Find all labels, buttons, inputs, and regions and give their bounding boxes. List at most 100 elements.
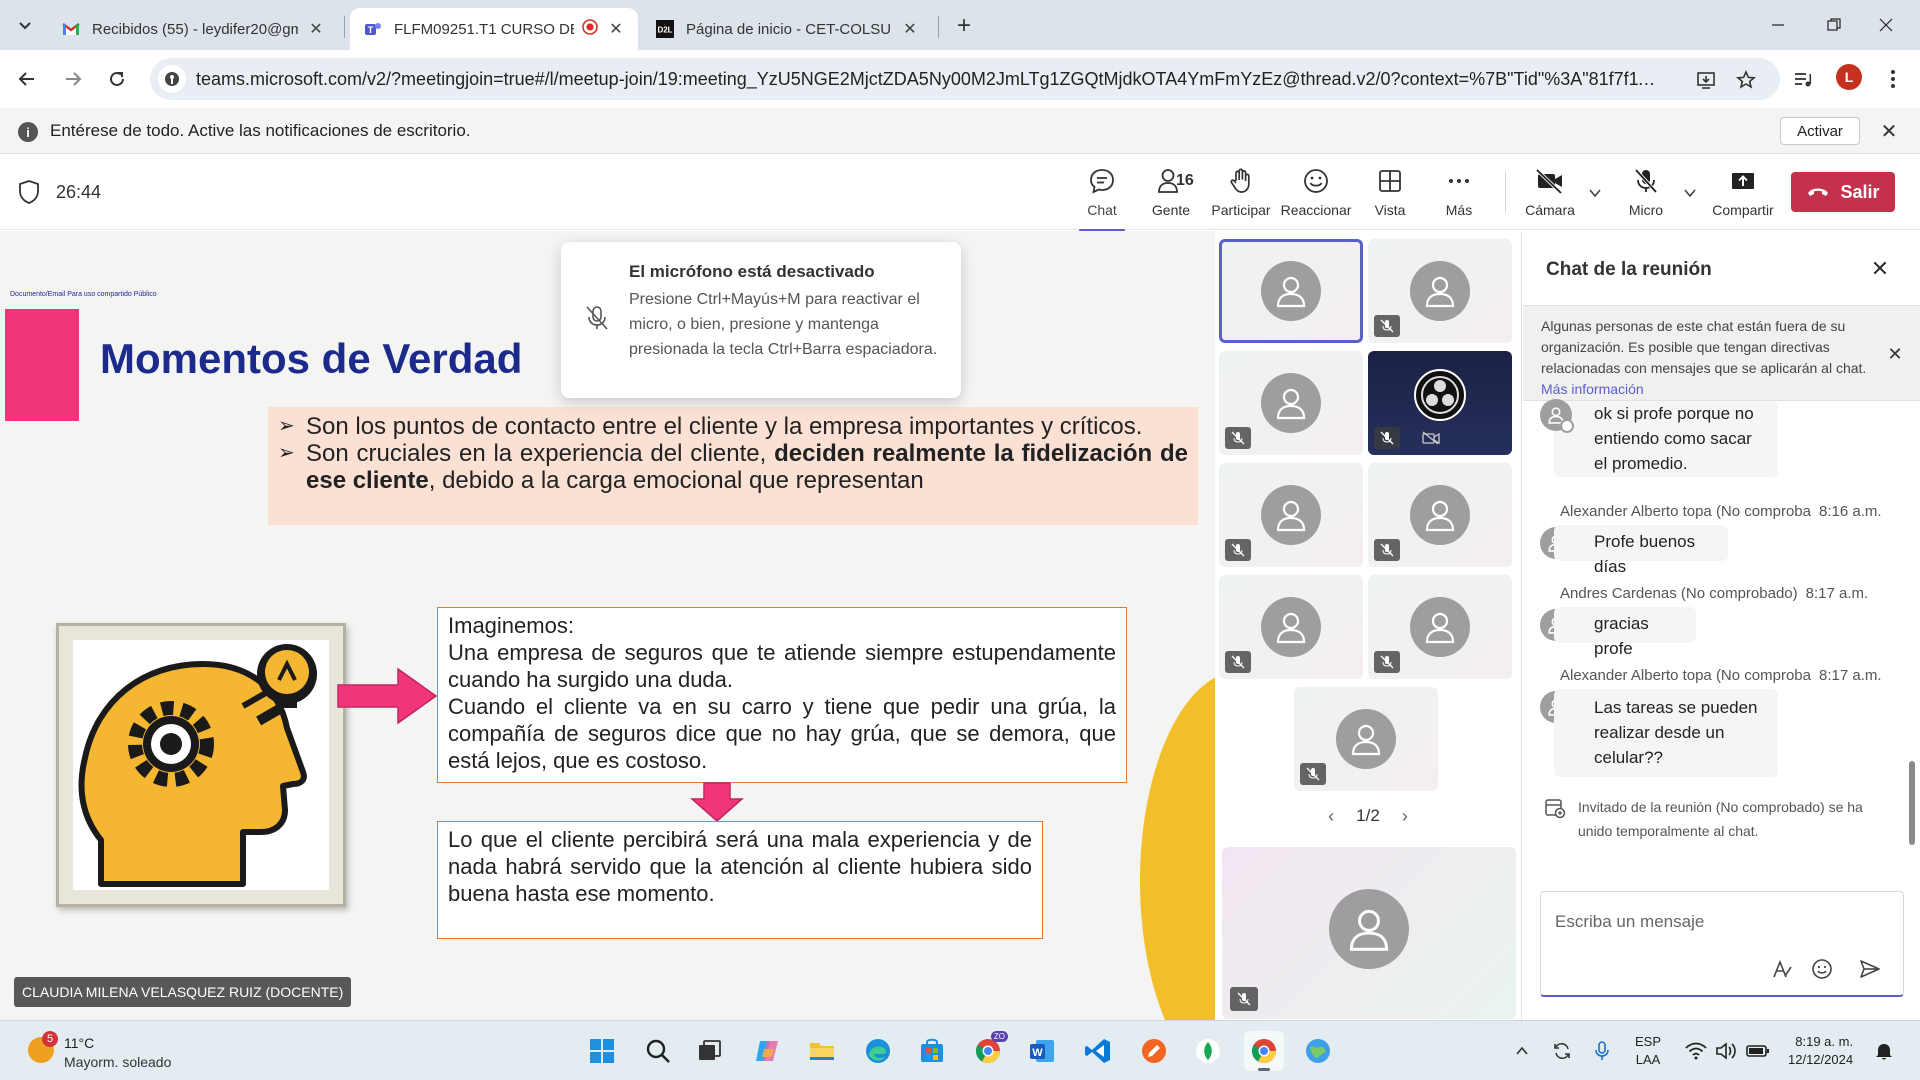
chrome-profile-button[interactable]: ZO <box>968 1031 1008 1071</box>
chat-message[interactable]: gracias profe <box>1554 607 1696 658</box>
chat-message[interactable]: Profe buenos días <box>1554 525 1728 576</box>
close-window-button[interactable] <box>1866 10 1906 40</box>
pencil-app-button[interactable] <box>1134 1031 1174 1071</box>
chat-button[interactable]: Chat <box>1067 166 1137 232</box>
copilot-button[interactable] <box>748 1031 788 1071</box>
battery-icon[interactable] <box>1746 1039 1770 1063</box>
raise-hand-label: Participar <box>1211 202 1271 218</box>
url-text[interactable]: teams.microsoft.com/v2/?meetingjoin=true… <box>196 69 1656 90</box>
view-button[interactable]: Vista <box>1355 166 1425 226</box>
send-icon[interactable] <box>1857 956 1883 982</box>
vscode-button[interactable] <box>1078 1031 1118 1071</box>
reload-icon <box>110 71 124 86</box>
bookmark-star-icon[interactable] <box>1734 68 1758 92</box>
install-app-icon[interactable] <box>1694 68 1718 92</box>
close-tab-icon[interactable]: ✕ <box>608 21 624 38</box>
tab-divider <box>344 16 345 38</box>
tab-gmail[interactable]: Recibidos (55) - leydifer20@gm ✕ <box>48 8 338 50</box>
site-info-icon[interactable] <box>158 65 186 93</box>
participant-tile[interactable] <box>1368 351 1512 455</box>
more-vertical-icon <box>1891 70 1895 88</box>
show-hidden-icons-chevron-icon[interactable] <box>1510 1039 1534 1063</box>
format-text-icon[interactable] <box>1769 956 1795 982</box>
edge-button[interactable] <box>858 1031 898 1071</box>
network-app-button[interactable] <box>1298 1031 1338 1071</box>
task-view-button[interactable] <box>690 1031 730 1071</box>
participant-tile[interactable] <box>1219 463 1363 567</box>
chrome-button[interactable] <box>1244 1031 1284 1071</box>
back-button[interactable] <box>12 64 42 94</box>
person-icon <box>1351 724 1381 756</box>
participant-tile[interactable] <box>1368 575 1512 679</box>
emoji-icon[interactable] <box>1809 956 1835 982</box>
more-button[interactable]: Más <box>1424 166 1494 226</box>
self-view-tile[interactable] <box>1222 847 1516 1019</box>
compose-placeholder[interactable]: Escriba un mensaje <box>1555 912 1704 932</box>
chat-message[interactable]: ok si profe porque no entiendo como saca… <box>1554 401 1778 477</box>
participant-tile[interactable] <box>1219 239 1363 343</box>
message-author: Alexander Alberto topa (No comproba <box>1560 667 1811 684</box>
message-time: 8:16 a.m. <box>1818 503 1882 520</box>
chat-scrollbar[interactable] <box>1909 761 1915 845</box>
close-chat-icon[interactable]: ✕ <box>1868 256 1892 281</box>
participant-tile[interactable] <box>1294 687 1438 791</box>
input-language-indicator[interactable]: ESP LAA <box>1635 1033 1661 1069</box>
browser-menu-button[interactable] <box>1878 64 1908 94</box>
activate-notifications-button[interactable]: Activar <box>1780 117 1860 145</box>
avatar <box>1410 597 1470 657</box>
desktop-notification-bar: i Entérese de todo. Active las notificac… <box>0 108 1920 154</box>
avatar <box>1336 709 1396 769</box>
close-tab-icon[interactable]: ✕ <box>308 21 324 38</box>
wifi-icon[interactable] <box>1684 1039 1708 1063</box>
app-button[interactable] <box>1188 1031 1228 1071</box>
mic-options-chevron-icon[interactable] <box>1681 184 1699 202</box>
start-button[interactable] <box>582 1031 622 1071</box>
minimize-button[interactable] <box>1758 10 1798 40</box>
message-author: Alexander Alberto topa (No comproba <box>1560 503 1811 520</box>
arrow-right-pink-icon <box>337 667 438 725</box>
participant-tile[interactable] <box>1219 351 1363 455</box>
arrow-down-pink-icon <box>690 782 744 822</box>
chevron-right-icon[interactable]: › <box>1402 806 1408 827</box>
people-button[interactable]: Gente <box>1136 166 1206 226</box>
muted-mic-icon <box>1225 539 1251 561</box>
address-bar[interactable]: teams.microsoft.com/v2/?meetingjoin=true… <box>150 58 1780 100</box>
file-explorer-button[interactable] <box>802 1031 842 1071</box>
react-button[interactable]: Reaccionar <box>1279 166 1353 226</box>
taskbar-clock[interactable]: 8:19 a. m. 12/12/2024 <box>1788 1033 1853 1069</box>
word-button[interactable]: W <box>1022 1031 1062 1071</box>
reload-button[interactable] <box>102 64 132 94</box>
share-button[interactable]: Compartir <box>1708 166 1778 226</box>
notifications-bell-icon[interactable] <box>1872 1039 1896 1063</box>
microsoft-store-button[interactable] <box>912 1031 952 1071</box>
raise-hand-button[interactable]: Participar <box>1206 166 1276 226</box>
more-info-link[interactable]: Más información <box>1541 381 1644 397</box>
participant-tile[interactable] <box>1368 239 1512 343</box>
profile-avatar[interactable]: L <box>1836 64 1862 90</box>
camera-options-chevron-icon[interactable] <box>1586 184 1604 202</box>
person-icon <box>1276 276 1306 308</box>
close-banner-icon[interactable]: ✕ <box>1885 344 1905 364</box>
volume-icon[interactable] <box>1714 1039 1738 1063</box>
message-compose-box[interactable]: Escriba un mensaje <box>1540 891 1904 997</box>
participant-tile[interactable] <box>1219 575 1363 679</box>
microphone-tray-icon[interactable] <box>1590 1039 1614 1063</box>
participant-tile[interactable] <box>1368 463 1512 567</box>
camera-button[interactable]: Cámara <box>1515 166 1585 226</box>
forward-button[interactable] <box>58 64 88 94</box>
close-notification-icon[interactable]: ✕ <box>1878 120 1900 143</box>
taskbar-search-button[interactable] <box>638 1031 678 1071</box>
leave-button[interactable]: Salir <box>1791 172 1895 212</box>
weather-widget[interactable]: 5 11°C Mayorm. soleado <box>24 1029 224 1073</box>
media-control-button[interactable] <box>1788 64 1818 94</box>
mic-button[interactable]: Micro <box>1611 166 1681 226</box>
chat-message[interactable]: Las tareas se pueden realizar desde un c… <box>1554 689 1778 777</box>
tab-search-button[interactable] <box>12 12 38 38</box>
sync-icon[interactable] <box>1550 1039 1574 1063</box>
new-tab-button[interactable]: + <box>950 12 978 40</box>
maximize-button[interactable] <box>1814 10 1854 40</box>
tab-teams-meeting[interactable]: T FLFM09251.T1 CURSO DE A ✕ <box>350 8 638 50</box>
tab-cet-colsubsidio[interactable]: D2L Página de inicio - CET-COLSUBS ✕ <box>642 8 932 50</box>
close-tab-icon[interactable]: ✕ <box>902 21 918 38</box>
chevron-left-icon[interactable]: ‹ <box>1328 806 1334 827</box>
